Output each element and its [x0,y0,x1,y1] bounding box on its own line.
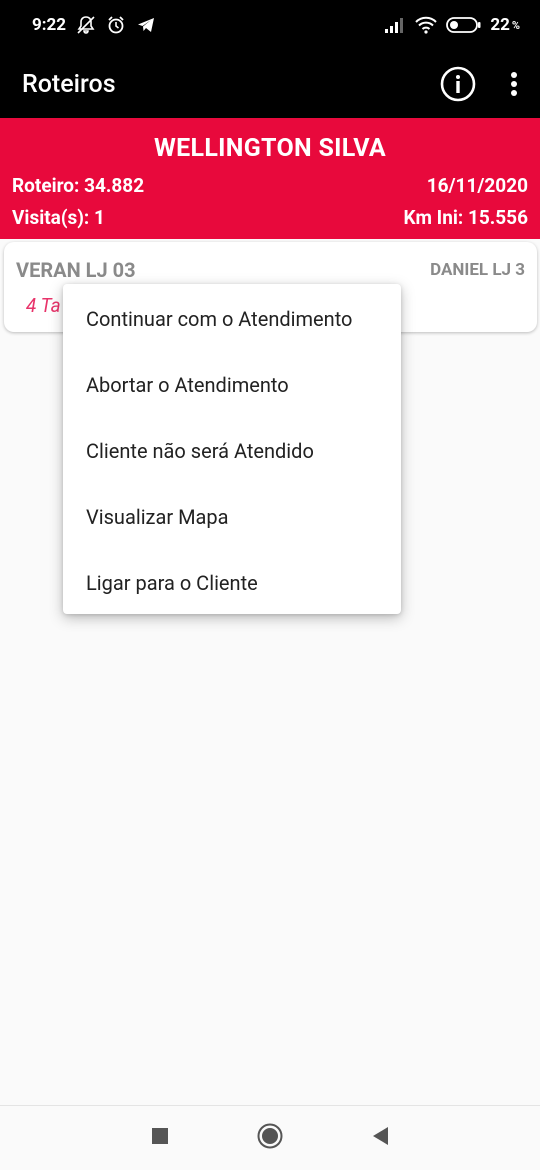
app-bar: Roteiros [0,50,540,118]
customer-subtitle: 4 Ta [26,294,61,317]
km-initial: Km Ini: 15.556 [403,206,528,229]
battery-unit: % [511,18,520,32]
route-number: Roteiro: 34.882 [12,174,145,197]
context-menu: Continuar com o Atendimento Abortar o At… [63,284,401,614]
app-title: Roteiros [22,69,116,99]
battery-icon [446,16,482,34]
route-date: 16/11/2020 [426,174,528,197]
customer-secondary-label: DANIEL LJ 3 [430,260,525,280]
seller-name: WELLINGTON SILVA [153,134,387,163]
app-actions [440,66,518,102]
notifications-off-icon [76,15,96,35]
header-row-route: Roteiro: 34.882 16/11/2020 [12,174,528,197]
recents-icon[interactable] [151,1127,169,1149]
menu-item-continue[interactable]: Continuar com o Atendimento [63,286,401,352]
menu-item-abort[interactable]: Abortar o Atendimento [63,352,401,418]
more-options-icon[interactable] [510,71,518,97]
system-nav-bar [0,1105,540,1170]
status-left: 9:22 [32,15,156,35]
alarm-icon [106,15,126,35]
status-right: 22 % [384,15,520,35]
wifi-icon [414,16,438,34]
header-row-visits: Visita(s): 1 Km Ini: 15.556 [12,206,528,229]
battery-level: 22 [490,15,510,35]
back-icon[interactable] [371,1126,389,1150]
menu-item-call-client[interactable]: Ligar para o Cliente [63,550,401,616]
home-icon[interactable] [257,1123,283,1153]
customer-name: VERAN LJ 03 [16,258,136,282]
visit-count: Visita(s): 1 [12,206,105,229]
menu-item-not-served[interactable]: Cliente não será Atendido [63,418,401,484]
signal-icon [384,17,406,33]
info-icon[interactable] [440,66,476,102]
telegram-icon [136,15,156,35]
status-bar: 9:22 22 % [0,0,540,50]
menu-item-view-map[interactable]: Visualizar Mapa [63,484,401,550]
route-header: WELLINGTON SILVA Roteiro: 34.882 16/11/2… [0,118,540,239]
status-time: 9:22 [32,15,67,35]
